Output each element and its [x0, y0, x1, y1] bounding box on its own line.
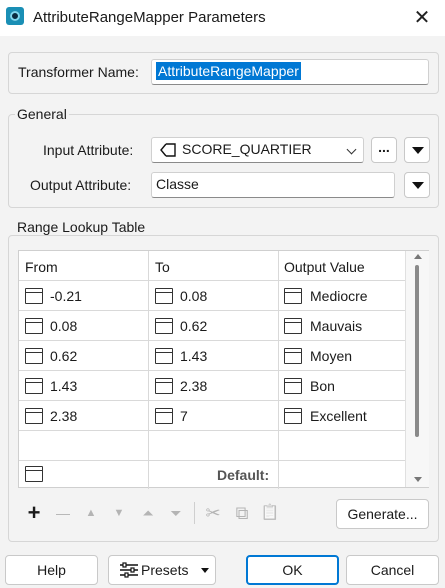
- triangle-down-icon: [412, 182, 424, 189]
- move-to-bottom-icon[interactable]: ⏷: [165, 502, 187, 524]
- cell-type-icon[interactable]: [25, 288, 43, 304]
- row-divider: [19, 400, 405, 401]
- toolbar-separator: [194, 502, 195, 524]
- cut-icon[interactable]: ✂: [202, 502, 224, 524]
- cell-to[interactable]: 1.43: [180, 348, 207, 364]
- sliders-icon: [120, 562, 138, 578]
- row-divider: [19, 370, 405, 371]
- range-lookup-group-label: Range Lookup Table: [15, 219, 148, 235]
- copy-icon[interactable]: ⧉: [231, 502, 253, 524]
- cell-from[interactable]: 2.38: [50, 408, 77, 424]
- presets-label: Presets: [141, 562, 189, 578]
- output-attribute-input[interactable]: Classe: [151, 172, 395, 198]
- row-divider: [19, 460, 405, 461]
- transformer-name-label: Transformer Name:: [18, 64, 139, 80]
- row-divider: [19, 280, 405, 281]
- transformer-name-input[interactable]: AttributeRangeMapper: [151, 59, 429, 85]
- column-header-from[interactable]: From: [25, 259, 58, 275]
- cell-to[interactable]: 2.38: [180, 378, 207, 394]
- general-group-label: General: [15, 106, 69, 122]
- cell-output-value[interactable]: Moyen: [310, 348, 352, 364]
- scroll-thumb[interactable]: [415, 265, 419, 437]
- title-bar: AttributeRangeMapper Parameters ✕: [0, 0, 445, 36]
- cell-output-value[interactable]: Bon: [310, 378, 335, 394]
- row-divider: [19, 310, 405, 311]
- cell-to[interactable]: 0.62: [180, 318, 207, 334]
- cell-type-icon[interactable]: [25, 348, 43, 364]
- scroll-down-icon[interactable]: [414, 477, 422, 482]
- cell-type-icon[interactable]: [284, 318, 302, 334]
- cell-type-icon[interactable]: [25, 318, 43, 334]
- cell-type-icon[interactable]: [155, 318, 173, 334]
- paste-icon[interactable]: 📋: [259, 502, 281, 524]
- cell-output-value[interactable]: Mediocre: [310, 288, 368, 304]
- ok-button[interactable]: OK: [246, 555, 339, 585]
- presets-button[interactable]: Presets: [108, 555, 216, 585]
- move-up-icon[interactable]: ▲: [80, 502, 102, 524]
- ellipsis-label: ...: [378, 139, 390, 155]
- cell-to[interactable]: 0.08: [180, 288, 207, 304]
- app-icon: [6, 7, 24, 25]
- transformer-name-value: AttributeRangeMapper: [156, 62, 301, 80]
- cell-from[interactable]: 0.08: [50, 318, 77, 334]
- cell-type-icon[interactable]: [284, 288, 302, 304]
- row-divider: [19, 340, 405, 341]
- row-divider: [19, 430, 405, 431]
- move-down-icon[interactable]: ▼: [108, 502, 130, 524]
- input-attribute-menu-button[interactable]: [404, 137, 430, 163]
- default-cell-type-icon[interactable]: [25, 466, 43, 482]
- cell-from[interactable]: 0.62: [50, 348, 77, 364]
- cell-from[interactable]: -0.21: [50, 288, 82, 304]
- close-button[interactable]: ✕: [399, 0, 445, 36]
- cell-type-icon[interactable]: [155, 378, 173, 394]
- cell-type-icon[interactable]: [284, 408, 302, 424]
- cell-type-icon[interactable]: [284, 348, 302, 364]
- output-attribute-value: Classe: [156, 176, 199, 192]
- default-label: Default:: [217, 467, 270, 483]
- ellipsis-button[interactable]: ...: [371, 137, 397, 163]
- input-attribute-value: SCORE_QUARTIER: [182, 141, 312, 157]
- cell-from[interactable]: 1.43: [50, 378, 77, 394]
- output-attribute-label: Output Attribute:: [30, 177, 132, 193]
- scroll-up-icon[interactable]: [414, 254, 422, 259]
- cell-type-icon[interactable]: [155, 348, 173, 364]
- cancel-button[interactable]: Cancel: [346, 555, 439, 585]
- cell-output-value[interactable]: Mauvais: [310, 318, 362, 334]
- cell-type-icon[interactable]: [284, 378, 302, 394]
- column-header-output-value[interactable]: Output Value: [284, 259, 365, 275]
- cell-to[interactable]: 7: [180, 408, 188, 424]
- move-to-top-icon[interactable]: ⏶: [137, 502, 159, 524]
- help-button[interactable]: Help: [5, 555, 98, 585]
- add-row-icon[interactable]: +: [23, 502, 45, 524]
- remove-row-icon[interactable]: —: [52, 502, 74, 524]
- chevron-down-icon: [346, 144, 357, 155]
- output-attribute-menu-button[interactable]: [404, 172, 430, 198]
- triangle-down-icon: [412, 147, 424, 154]
- table-scrollbar[interactable]: [405, 251, 429, 487]
- cell-output-value[interactable]: Excellent: [310, 408, 367, 424]
- input-attribute-select[interactable]: SCORE_QUARTIER: [151, 137, 364, 163]
- triangle-down-icon: [201, 568, 209, 573]
- cell-type-icon[interactable]: [155, 288, 173, 304]
- cell-type-icon[interactable]: [25, 378, 43, 394]
- cell-type-icon[interactable]: [155, 408, 173, 424]
- column-header-to[interactable]: To: [155, 259, 170, 275]
- range-table: From To Output Value -0.21 0.08 Mediocre…: [18, 250, 429, 489]
- generate-button[interactable]: Generate...: [336, 499, 429, 529]
- cell-type-icon[interactable]: [25, 408, 43, 424]
- input-attribute-label: Input Attribute:: [43, 142, 134, 158]
- attribute-tag-icon: [160, 143, 176, 157]
- window-title: AttributeRangeMapper Parameters: [33, 9, 266, 26]
